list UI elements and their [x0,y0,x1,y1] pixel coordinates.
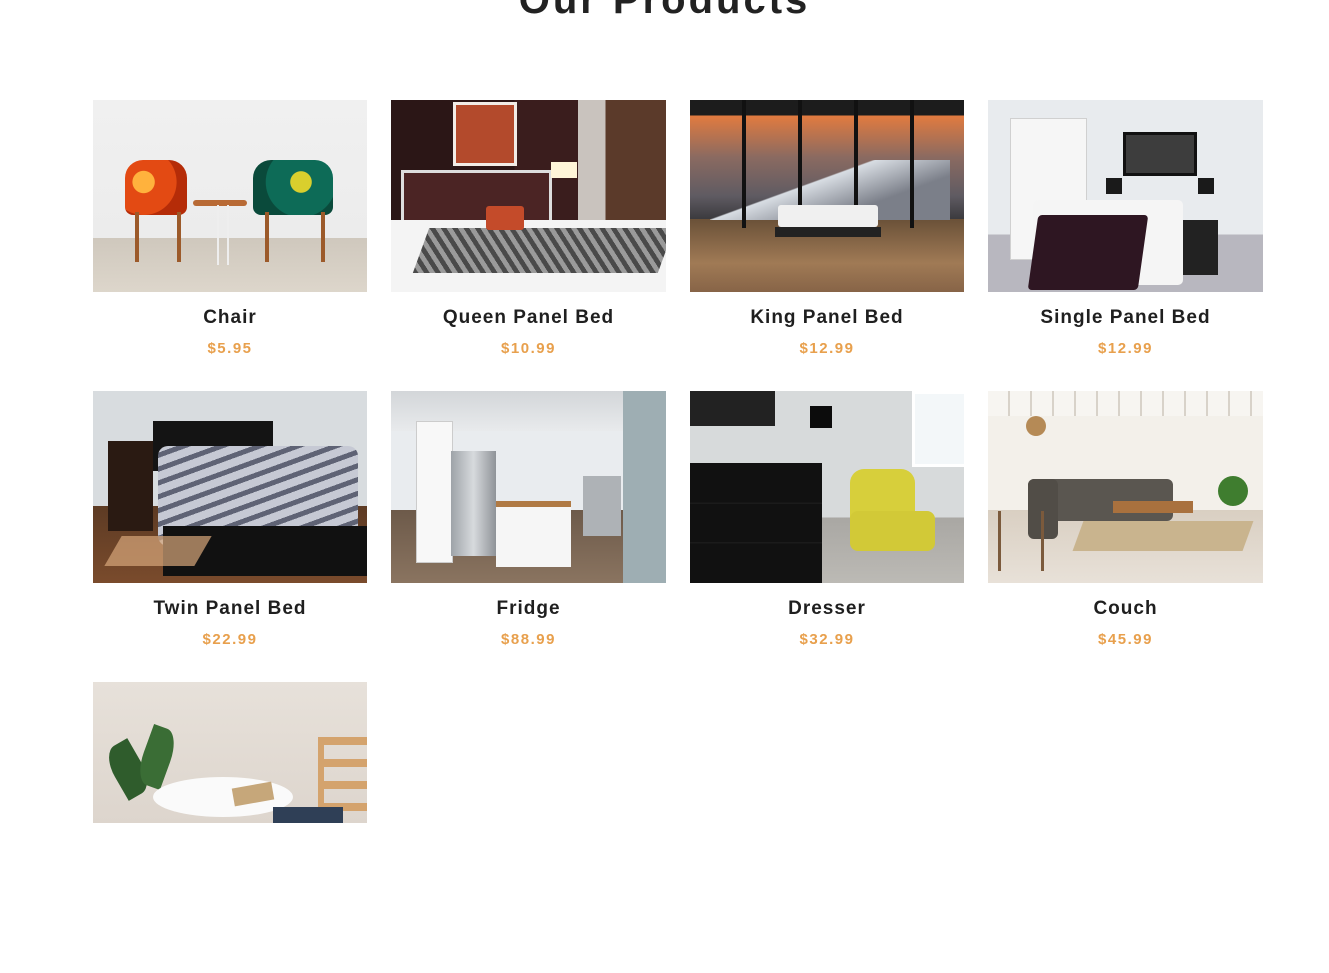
product-card[interactable]: Single Panel Bed $12.99 [988,100,1263,391]
product-price: $12.99 [1098,340,1153,357]
product-name[interactable]: King Panel Bed [690,307,964,329]
product-name[interactable]: Couch [988,598,1263,620]
product-price: $45.99 [1098,631,1153,648]
product-card[interactable]: Dresser $32.99 [690,391,964,682]
section-title: Our Products [518,0,811,22]
product-name[interactable]: Twin Panel Bed [93,598,367,620]
product-name[interactable]: Chair [93,307,367,329]
product-card[interactable]: Couch $45.99 [988,391,1263,682]
product-name[interactable]: Queen Panel Bed [391,307,666,329]
product-image[interactable] [690,391,964,583]
product-image[interactable] [93,100,367,292]
product-image[interactable] [93,682,367,823]
product-card[interactable]: King Panel Bed $12.99 [690,100,964,391]
product-name[interactable]: Dresser [690,598,964,620]
product-image[interactable] [93,391,367,583]
product-card[interactable]: Queen Panel Bed $10.99 [391,100,666,391]
product-card[interactable]: Twin Panel Bed $22.99 [93,391,367,682]
product-image[interactable] [690,100,964,292]
product-card[interactable]: Fridge $88.99 [391,391,666,682]
product-price: $12.99 [799,340,855,357]
product-price: $88.99 [501,631,556,648]
product-price: $10.99 [501,340,556,357]
product-card[interactable] [93,682,367,973]
product-image[interactable] [391,100,666,292]
product-image[interactable] [988,391,1263,583]
product-card[interactable]: Chair $5.95 [93,100,367,391]
product-name[interactable]: Single Panel Bed [988,307,1263,329]
product-price: $32.99 [799,631,855,648]
products-grid: Chair $5.95 Queen Panel Bed $10.99 King … [93,100,1263,973]
product-price: $5.95 [207,340,253,357]
product-price: $22.99 [202,631,258,648]
product-image[interactable] [391,391,666,583]
product-name[interactable]: Fridge [391,598,666,620]
product-image[interactable] [988,100,1263,292]
